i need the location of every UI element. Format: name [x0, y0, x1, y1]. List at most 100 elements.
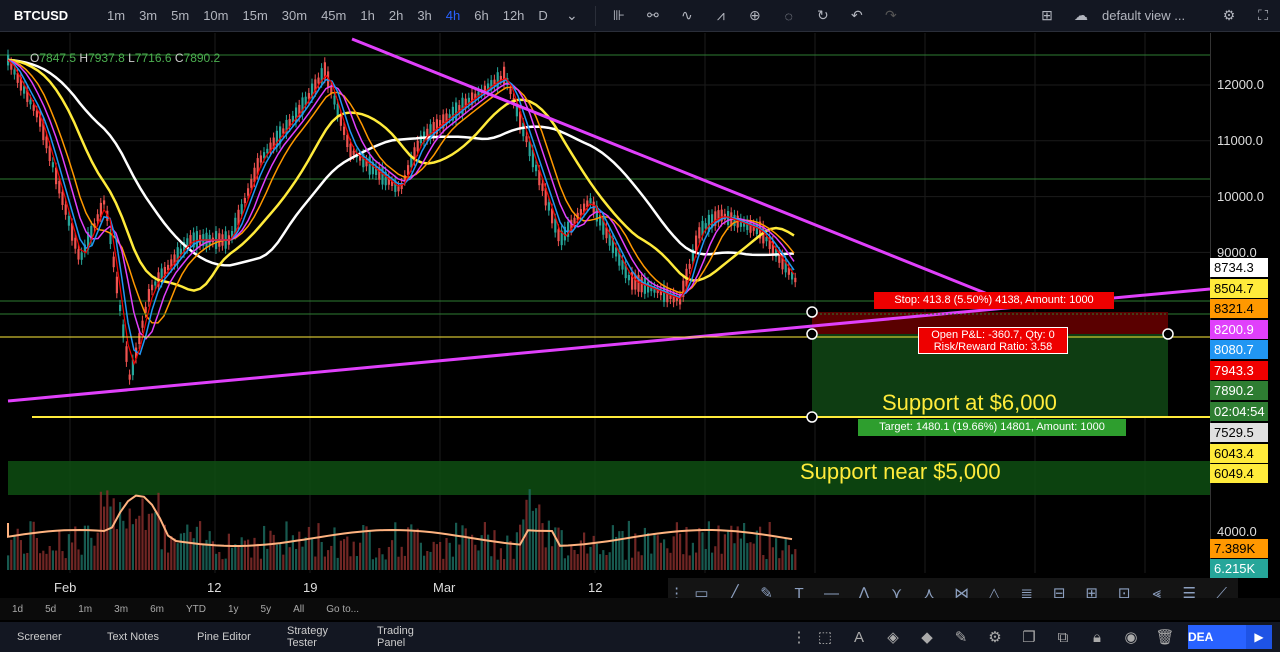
volume-bar: [442, 558, 445, 570]
volume-bar: [522, 519, 525, 570]
timeframe-d[interactable]: D: [531, 8, 554, 23]
trash-icon[interactable]: 🗑︎: [1148, 623, 1182, 651]
candle-body: [122, 324, 125, 338]
timeframe-4h[interactable]: 4h: [439, 8, 467, 23]
timeframe-1h[interactable]: 1h: [353, 8, 381, 23]
volume-bar: [519, 524, 522, 570]
line-chart-icon[interactable]: ∿: [676, 5, 698, 27]
compare-icon[interactable]: ⚯: [642, 5, 664, 27]
candle-body: [96, 214, 99, 222]
range-1y[interactable]: 1y: [228, 604, 239, 615]
range-goto[interactable]: Go to...: [326, 604, 359, 615]
volume-bar: [563, 558, 566, 570]
volume-bar: [7, 555, 10, 570]
support-6000-label[interactable]: Support at $6,000: [882, 390, 1057, 416]
tab-strategy-tester[interactable]: Strategy Tester: [270, 625, 360, 649]
gear-icon[interactable]: ⚙: [1218, 5, 1240, 27]
timeframe-5m[interactable]: 5m: [164, 8, 196, 23]
candle-body: [266, 148, 269, 154]
tab-trading-panel[interactable]: Trading Panel: [360, 625, 450, 649]
price-tick: 10000.0: [1217, 189, 1264, 204]
candle-body: [147, 289, 150, 302]
fullscreen-icon[interactable]: ⛶: [1252, 5, 1274, 27]
clone-icon[interactable]: ❐: [1012, 623, 1046, 651]
volume-bar: [784, 538, 787, 570]
timeframe-30m[interactable]: 30m: [275, 8, 314, 23]
timeframe-12h[interactable]: 12h: [496, 8, 532, 23]
range-6m[interactable]: 6m: [150, 604, 164, 615]
candle-body: [535, 164, 538, 172]
price-label: 7943.3: [1210, 361, 1268, 380]
stop-label[interactable]: Stop: 413.8 (5.50%) 4138, Amount: 1000: [874, 292, 1114, 309]
replay-icon[interactable]: ↻: [812, 5, 834, 27]
fill-color-icon[interactable]: ◈: [876, 623, 910, 651]
range-all[interactable]: All: [293, 604, 304, 615]
timeframe-1m[interactable]: 1m: [100, 8, 132, 23]
pencil-icon[interactable]: ✎: [944, 623, 978, 651]
drag-handle-icon[interactable]: ⋮: [790, 623, 808, 651]
chart-area[interactable]: [0, 33, 1280, 598]
low-value: 7716.6: [134, 51, 172, 65]
indicators-icon[interactable]: ⩘: [710, 5, 732, 27]
pnl-label[interactable]: Open P&L: -360.7, Qty: 0 Risk/Reward Rat…: [918, 327, 1068, 354]
range-3m[interactable]: 3m: [114, 604, 128, 615]
timeframe-3h[interactable]: 3h: [410, 8, 438, 23]
timeframe-10m[interactable]: 10m: [196, 8, 235, 23]
layout-name[interactable]: default view ...: [1102, 8, 1212, 23]
select-area-icon[interactable]: ⬚: [808, 623, 842, 651]
volume-bar: [253, 537, 256, 570]
chevron-down-icon[interactable]: ⌄: [561, 5, 583, 27]
range-5y[interactable]: 5y: [261, 604, 272, 615]
lock-icon[interactable]: 🔒︎: [1080, 623, 1114, 651]
tab-text-notes[interactable]: Text Notes: [90, 631, 180, 643]
candle-body: [794, 277, 797, 283]
volume-bar: [96, 532, 99, 570]
copy-icon[interactable]: ⧉: [1046, 623, 1080, 651]
undo-icon[interactable]: ↶: [846, 5, 868, 27]
volume-bar: [45, 553, 48, 570]
range-1d[interactable]: 1d: [12, 604, 23, 615]
gear-icon[interactable]: ⚙: [978, 623, 1012, 651]
volume-bar: [359, 542, 362, 570]
publish-idea-button[interactable]: DEA: [1188, 625, 1248, 649]
volume-bar: [666, 548, 669, 570]
timeframe-3m[interactable]: 3m: [132, 8, 164, 23]
layout-grid-icon[interactable]: ⊞: [1036, 5, 1058, 27]
volume-bar: [208, 531, 211, 570]
redo-icon[interactable]: ↷: [880, 5, 902, 27]
volume-bar: [730, 525, 733, 570]
volume-bar: [179, 533, 182, 570]
range-ytd[interactable]: YTD: [186, 604, 206, 615]
candle-body: [346, 135, 349, 148]
eye-icon[interactable]: ◉: [1114, 623, 1148, 651]
alert-icon[interactable]: ⊕: [744, 5, 766, 27]
volume-bar: [621, 530, 624, 570]
tab-pine-editor[interactable]: Pine Editor: [180, 631, 270, 643]
text-color-icon[interactable]: A: [842, 623, 876, 651]
lightbulb-icon[interactable]: ◌: [778, 5, 800, 27]
support-5000-label[interactable]: Support near $5,000: [800, 459, 1001, 485]
tab-screener[interactable]: Screener: [0, 631, 90, 643]
volume-bar: [570, 544, 573, 570]
volume-bar: [368, 529, 371, 570]
symbol-search[interactable]: BTCUSD: [0, 8, 100, 23]
range-5d[interactable]: 5d: [45, 604, 56, 615]
candles-icon[interactable]: ⊪: [608, 5, 630, 27]
candle-body: [525, 136, 528, 143]
play-icon[interactable]: ▶: [1246, 625, 1272, 649]
volume-bar: [464, 528, 467, 570]
timeframe-45m[interactable]: 45m: [314, 8, 353, 23]
volume-bar: [231, 547, 234, 570]
volume-bar: [733, 543, 736, 570]
cloud-icon[interactable]: ☁: [1070, 5, 1092, 27]
candle-body: [45, 136, 48, 149]
volume-bar: [269, 530, 272, 570]
volume-bar: [83, 525, 86, 570]
timeframe-2h[interactable]: 2h: [382, 8, 410, 23]
timeframe-15m[interactable]: 15m: [235, 8, 274, 23]
timeframe-6h[interactable]: 6h: [467, 8, 495, 23]
target-label[interactable]: Target: 1480.1 (19.66%) 14801, Amount: 1…: [858, 419, 1126, 436]
background-color-icon[interactable]: ◆: [910, 623, 944, 651]
range-1m[interactable]: 1m: [78, 604, 92, 615]
volume-bar: [275, 544, 278, 570]
